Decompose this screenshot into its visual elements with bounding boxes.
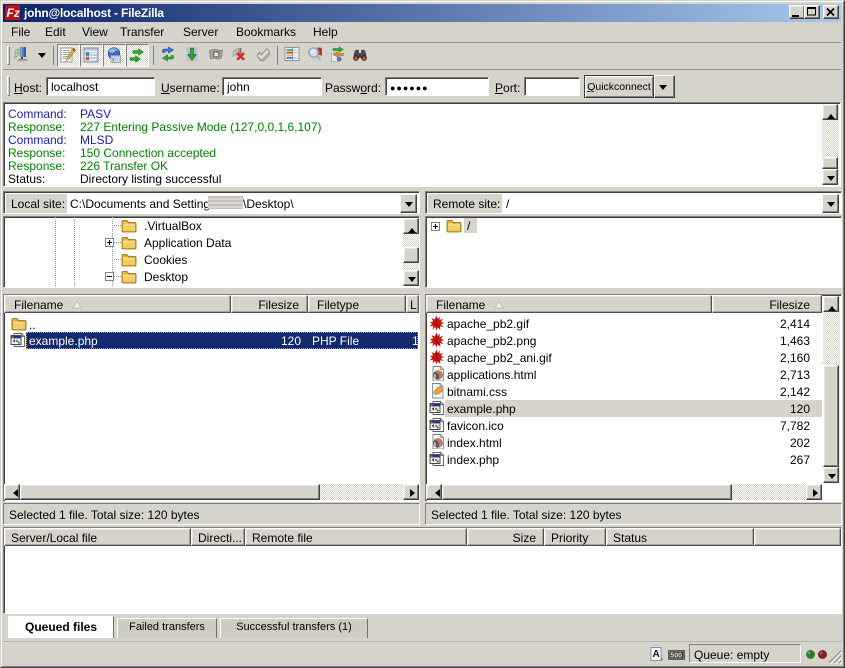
svg-text:Fz: Fz	[7, 6, 20, 20]
svg-text:A: A	[653, 649, 660, 660]
svg-text:500: 500	[670, 653, 682, 660]
